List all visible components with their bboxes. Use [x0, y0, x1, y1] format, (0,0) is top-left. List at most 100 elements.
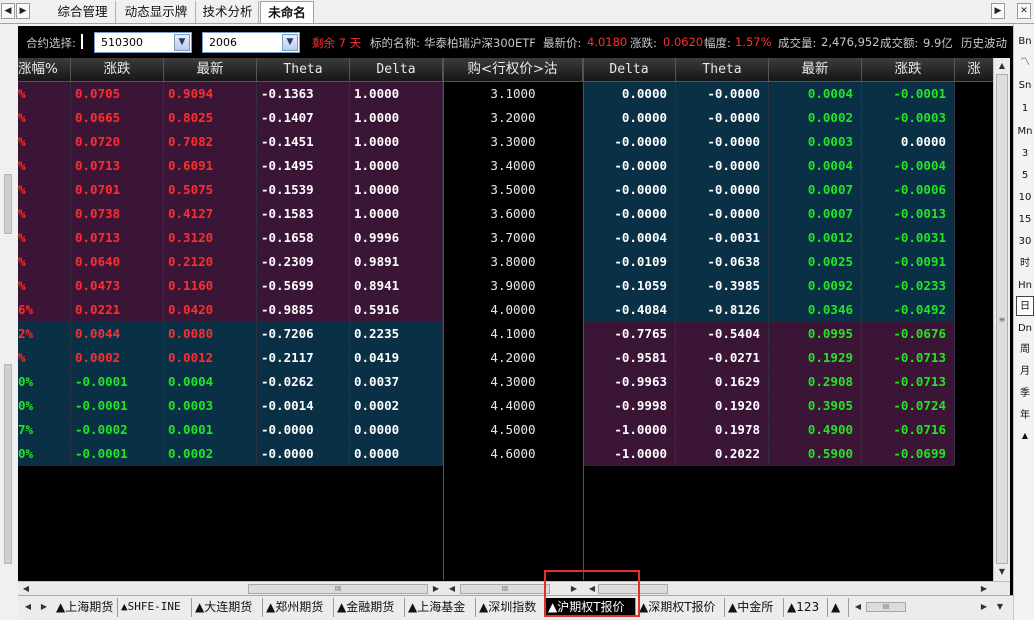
- strike-cell[interactable]: 3.8000: [443, 250, 583, 274]
- call-theta-cell[interactable]: -0.9885: [257, 298, 350, 322]
- col-header-call-theta[interactable]: Theta: [257, 58, 350, 82]
- scroll-right-icon[interactable]: ▶: [978, 583, 990, 595]
- tab-comprehensive[interactable]: 综合管理: [50, 1, 116, 23]
- put-theta-cell[interactable]: -0.8126: [676, 298, 769, 322]
- vertical-scrollbar[interactable]: ▲ ≡ ▼: [993, 58, 1010, 581]
- put-last-cell[interactable]: 0.0025: [769, 250, 862, 274]
- tab-scroll-down-icon[interactable]: ▼: [994, 601, 1006, 613]
- put-last-cell[interactable]: 0.0092: [769, 274, 862, 298]
- call-change-cell[interactable]: 0.0640: [71, 250, 164, 274]
- put-last-cell[interactable]: 0.2908: [769, 370, 862, 394]
- put-last-cell[interactable]: 0.0007: [769, 202, 862, 226]
- put-change-cell[interactable]: -0.0233: [862, 274, 955, 298]
- col-header-put-pct[interactable]: 涨: [955, 58, 993, 82]
- call-pct-cell[interactable]: 0%: [18, 370, 71, 394]
- strike-cell[interactable]: 3.7000: [443, 226, 583, 250]
- call-change-cell[interactable]: 0.0665: [71, 106, 164, 130]
- call-delta-cell[interactable]: 0.2235: [350, 322, 443, 346]
- put-last-cell[interactable]: 0.0007: [769, 178, 862, 202]
- call-change-cell[interactable]: -0.0001: [71, 394, 164, 418]
- strike-cell[interactable]: 4.5000: [443, 418, 583, 442]
- table-row[interactable]: 0% -0.0001 0.0004 -0.0262 0.0037 4.3000 -0.996…: [18, 370, 1010, 394]
- tab-scroll-right-icon[interactable]: ▶: [16, 3, 30, 19]
- period-15min-button[interactable]: 15: [1016, 210, 1034, 230]
- col-header-put-delta[interactable]: Delta: [583, 58, 676, 82]
- call-change-cell[interactable]: 0.0705: [71, 82, 164, 106]
- call-last-cell[interactable]: 0.7082: [164, 130, 257, 154]
- put-theta-cell[interactable]: -0.0000: [676, 154, 769, 178]
- col-header-put-last[interactable]: 最新: [769, 58, 862, 82]
- tab-tech-analysis[interactable]: 技术分析: [197, 1, 259, 23]
- call-pct-cell[interactable]: 0%: [18, 442, 71, 466]
- period-quarter-button[interactable]: 季: [1016, 384, 1034, 404]
- call-delta-cell[interactable]: 0.0000: [350, 418, 443, 442]
- put-change-cell[interactable]: -0.0492: [862, 298, 955, 322]
- strike-cell[interactable]: 4.2000: [443, 346, 583, 370]
- call-theta-cell[interactable]: -0.2117: [257, 346, 350, 370]
- call-delta-cell[interactable]: 0.5916: [350, 298, 443, 322]
- call-last-cell[interactable]: 0.0001: [164, 418, 257, 442]
- tab-scroll-left-icon[interactable]: ◀: [1, 3, 15, 19]
- period-3min-button[interactable]: 3: [1016, 144, 1034, 164]
- col-header-call-pct[interactable]: 涨幅%: [18, 58, 71, 82]
- left-horizontal-thumb[interactable]: III: [248, 584, 428, 594]
- scroll-left-icon[interactable]: ◀: [586, 583, 598, 595]
- call-theta-cell[interactable]: -0.5699: [257, 274, 350, 298]
- call-theta-cell[interactable]: -0.1363: [257, 82, 350, 106]
- put-delta-cell[interactable]: -0.4084: [583, 298, 676, 322]
- table-row[interactable]: % 0.0701 0.5075 -0.1539 1.0000 3.5000 -0.0000-…: [18, 178, 1010, 202]
- call-theta-cell[interactable]: -0.1451: [257, 130, 350, 154]
- market-tab-sh-option[interactable]: ▲沪期权T报价: [546, 598, 636, 617]
- call-pct-cell[interactable]: 7%: [18, 418, 71, 442]
- call-pct-cell[interactable]: %: [18, 130, 71, 154]
- strike-cell[interactable]: 4.1000: [443, 322, 583, 346]
- market-tab-sz-index[interactable]: ▲深圳指数: [477, 598, 545, 617]
- put-change-cell[interactable]: -0.0013: [862, 202, 955, 226]
- col-header-call-change[interactable]: 涨跌: [71, 58, 164, 82]
- put-theta-cell[interactable]: -0.0000: [676, 178, 769, 202]
- strike-cell[interactable]: 3.2000: [443, 106, 583, 130]
- period-30min-button[interactable]: 30: [1016, 232, 1034, 252]
- period-mn-button[interactable]: Mn: [1016, 122, 1034, 142]
- put-change-cell[interactable]: -0.0676: [862, 322, 955, 346]
- call-delta-cell[interactable]: 0.9891: [350, 250, 443, 274]
- call-change-cell[interactable]: -0.0001: [71, 442, 164, 466]
- put-theta-cell[interactable]: -0.0638: [676, 250, 769, 274]
- call-last-cell[interactable]: 0.1160: [164, 274, 257, 298]
- put-last-cell[interactable]: 0.0995: [769, 322, 862, 346]
- call-last-cell[interactable]: 0.5075: [164, 178, 257, 202]
- scroll-left-icon[interactable]: ◀: [446, 583, 458, 595]
- call-last-cell[interactable]: 0.2120: [164, 250, 257, 274]
- strike-cell[interactable]: 3.5000: [443, 178, 583, 202]
- col-header-call-last[interactable]: 最新: [164, 58, 257, 82]
- call-last-cell[interactable]: 0.0012: [164, 346, 257, 370]
- call-delta-cell[interactable]: 1.0000: [350, 106, 443, 130]
- table-row[interactable]: % 0.0713 0.6091 -0.1495 1.0000 3.4000 -0.0000-…: [18, 154, 1010, 178]
- call-delta-cell[interactable]: 1.0000: [350, 82, 443, 106]
- table-row[interactable]: 2% 0.0044 0.0080 -0.7206 0.2235 4.1000 -0.7765…: [18, 322, 1010, 346]
- call-last-cell[interactable]: 0.0420: [164, 298, 257, 322]
- put-theta-cell[interactable]: 0.1920: [676, 394, 769, 418]
- call-change-cell[interactable]: 0.0221: [71, 298, 164, 322]
- table-row[interactable]: 0% -0.0001 0.0002 -0.0000 0.0000 4.6000 -1.000…: [18, 442, 1010, 466]
- chevron-down-icon[interactable]: ▼: [282, 34, 298, 51]
- call-last-cell[interactable]: 0.0003: [164, 394, 257, 418]
- put-change-cell[interactable]: -0.0713: [862, 346, 955, 370]
- call-theta-cell[interactable]: -0.2309: [257, 250, 350, 274]
- put-delta-cell[interactable]: -0.9581: [583, 346, 676, 370]
- table-row[interactable]: % 0.0705 0.9094 -0.1363 1.0000 3.1000 0.0000 -0…: [18, 82, 1010, 106]
- call-delta-cell[interactable]: 0.0000: [350, 442, 443, 466]
- tool-sn-button[interactable]: Sn: [1016, 76, 1034, 96]
- call-change-cell[interactable]: 0.0044: [71, 322, 164, 346]
- table-row[interactable]: % 0.0665 0.8025 -0.1407 1.0000 3.2000 0.0000 -0…: [18, 106, 1010, 130]
- call-last-cell[interactable]: 0.9094: [164, 82, 257, 106]
- put-change-cell[interactable]: 0.0000: [862, 130, 955, 154]
- strike-cell[interactable]: 3.1000: [443, 82, 583, 106]
- period-5min-button[interactable]: 5: [1016, 166, 1034, 186]
- vertical-scroll-thumb[interactable]: ≡: [996, 74, 1008, 564]
- col-header-strike[interactable]: 购<行权价>沽: [443, 58, 583, 82]
- strike-cell[interactable]: 3.6000: [443, 202, 583, 226]
- put-last-cell[interactable]: 0.1929: [769, 346, 862, 370]
- put-delta-cell[interactable]: -1.0000: [583, 418, 676, 442]
- tab-dynamic-board[interactable]: 动态显示牌: [117, 1, 196, 23]
